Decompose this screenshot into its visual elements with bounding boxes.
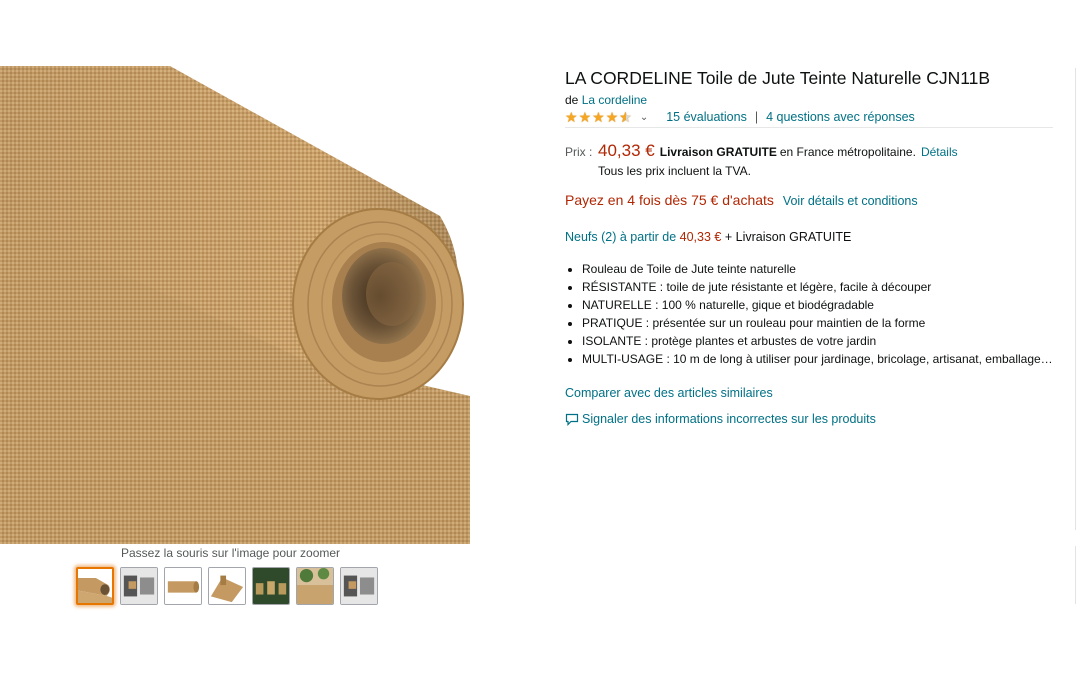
price-label: Prix : [565,145,593,159]
thumbnail-jute-roll[interactable] [76,567,114,605]
brand-link[interactable]: La cordeline [582,93,647,107]
product-info: LA CORDELINE Toile de Jute Teinte Nature… [565,66,1053,426]
feature-bullet: PRATIQUE : présentée sur un rouleau pour… [582,314,1053,332]
right-divider [1075,68,1076,530]
ratings-link[interactable]: 15 évaluations [666,110,747,124]
offers-price: 40,33 € [679,230,722,244]
thumbnail-plants-wrapped[interactable] [296,567,334,605]
product-main-image[interactable] [0,66,470,544]
thumbnail-strip [76,567,378,605]
zoom-hint: Passez la souris sur l'image pour zoomer [121,546,341,560]
thumbnail-garden-pots[interactable] [252,567,290,605]
plants-wrapped-thumbnail-icon [297,568,333,604]
feature-bullet: Rouleau de Toile de Jute teinte naturell… [582,260,1053,278]
questions-link[interactable]: 4 questions avec réponses [766,110,915,124]
star-icon: ★ [592,109,605,125]
jute-roll-image [0,66,470,544]
jute-roll-side-thumbnail-icon [165,568,201,604]
price-block: Prix : 40,33 € Livraison GRATUITE en Fra… [565,141,1053,178]
feature-bullet: RÉSISTANTE : toile de jute résistante et… [582,278,1053,296]
thumbnail-scene-2[interactable] [340,567,378,605]
feature-bullet: MULTI-USAGE : 10 m de long à utiliser po… [582,350,1053,368]
jute-roll-flat-thumbnail-icon [209,568,245,604]
new-offers-link[interactable]: Neufs (2) à partir de [565,230,676,244]
star-icon: ★ [565,109,578,125]
installments-row: Payez en 4 fois dès 75 € d'achats Voir d… [565,192,1053,208]
report-incorrect-info-link[interactable]: Signaler des informations incorrectes su… [582,412,876,426]
tax-note: Tous les prix incluent la TVA. [598,164,751,178]
jute-scene-thumbnail-icon [121,568,157,604]
thumbnail-scene-1[interactable] [120,567,158,605]
thumbnail-roll-side[interactable] [164,567,202,605]
right-divider [1075,546,1076,604]
feature-bullet: ISOLANTE : protège plantes et arbustes d… [582,332,1053,350]
offers-row: Neufs (2) à partir de 40,33 € + Livraiso… [565,230,1053,244]
price-row: Prix : 40,33 € Livraison GRATUITE en Fra… [565,141,1053,161]
shipping-destination: en France métropolitaine. [779,145,916,159]
price: 40,33 € [598,141,655,160]
star-icon: ★ [578,109,592,125]
jute-scene-thumbnail-icon [341,568,377,604]
feature-bullets: Rouleau de Toile de Jute teinte naturell… [565,260,1053,368]
offers-shipping: + Livraison GRATUITE [724,230,852,244]
brand-prefix: de [565,93,579,107]
separator: | [754,110,759,124]
chevron-down-icon[interactable]: ⌄ [640,112,648,123]
garden-pots-thumbnail-icon [253,568,289,604]
installments-details-link[interactable]: Voir détails et conditions [783,194,918,208]
shipping-details-link[interactable]: Détails [921,145,958,159]
star-half-icon: ★ [619,110,632,124]
feature-bullet: NATURELLE : 100 % naturelle, gique et bi… [582,296,1053,314]
product-title: LA CORDELINE Toile de Jute Teinte Nature… [565,68,991,88]
star-rating[interactable]: ★ ★ ★ ★ ★ [565,110,632,124]
jute-roll-thumbnail-icon [78,569,112,603]
compare-similar-link[interactable]: Comparer avec des articles similaires [565,386,1053,400]
installments-text: Payez en 4 fois dès 75 € d'achats [565,192,774,208]
speech-bubble-icon [565,413,579,426]
brand-line: de La cordeline [565,93,1053,107]
report-row: Signaler des informations incorrectes su… [565,412,1053,426]
free-shipping-label: Livraison GRATUITE [659,145,777,159]
star-icon: ★ [605,109,619,125]
rating-row: ★ ★ ★ ★ ★ ⌄ 15 évaluations | 4 questions… [565,110,1053,128]
thumbnail-roll-flat[interactable] [208,567,246,605]
